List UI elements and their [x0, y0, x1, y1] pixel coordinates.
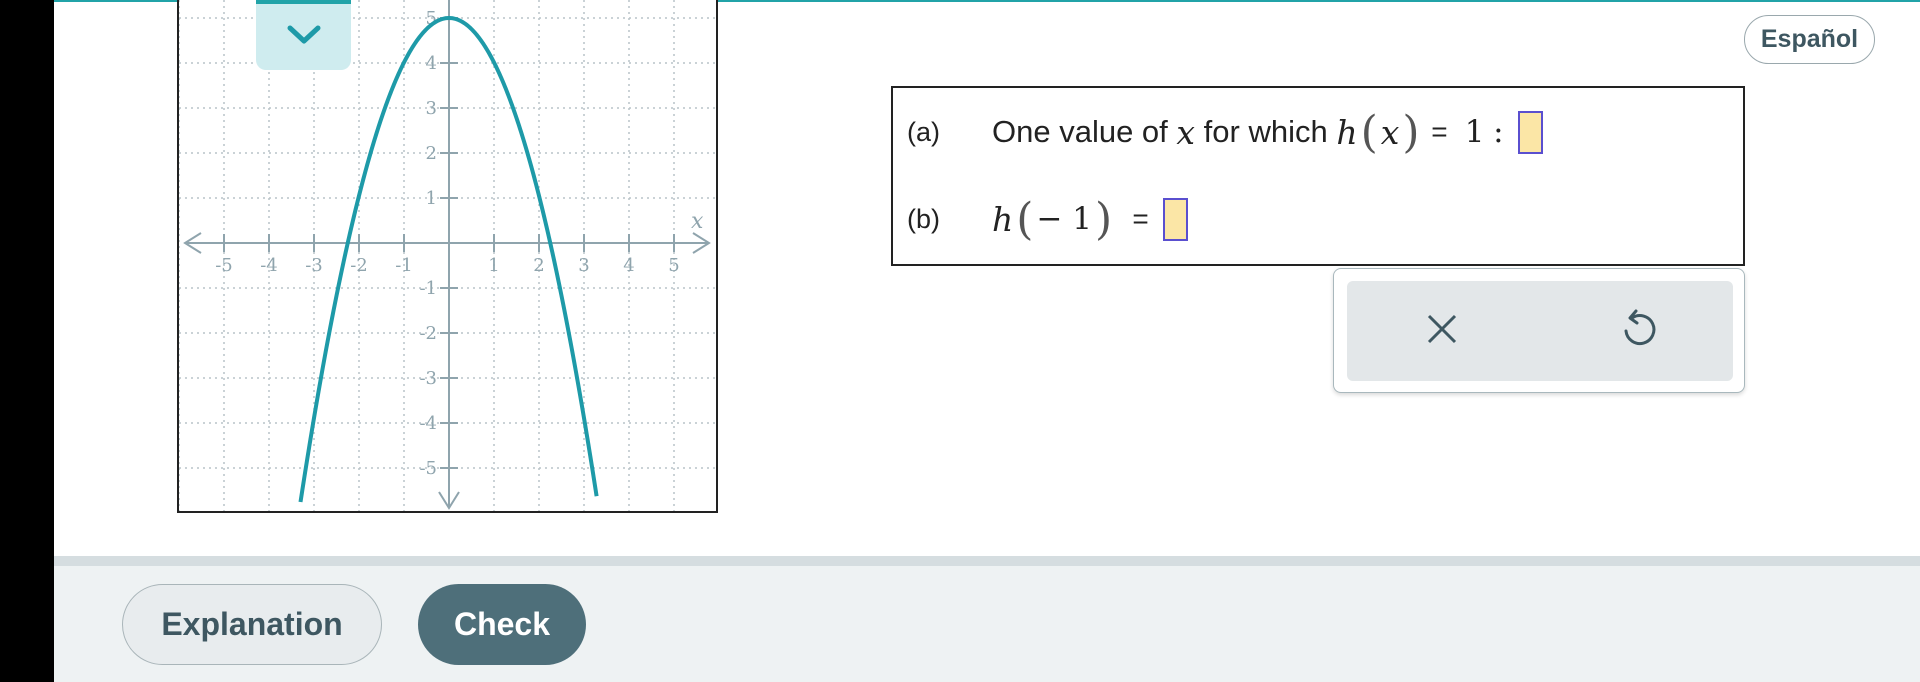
answer-input-b[interactable]	[1162, 197, 1188, 241]
question-b-func: h	[992, 199, 1014, 239]
question-a-colon: :	[1493, 114, 1504, 150]
y-tick-label: -5	[419, 458, 437, 479]
x-tick-label: -2	[350, 255, 368, 276]
question-letter-a: (a)	[907, 116, 940, 147]
y-tick-label: 4	[426, 53, 437, 74]
x-tick-label: 1	[488, 255, 499, 276]
check-button[interactable]: Check	[418, 584, 586, 665]
question-b-equals: =	[1132, 203, 1149, 234]
graph-axes: x	[183, 0, 711, 510]
question-a-func: h	[1336, 112, 1358, 152]
y-tick-label: -4	[419, 413, 437, 434]
y-tick-label: -1	[419, 278, 437, 299]
x-tick-label: -5	[215, 255, 233, 276]
question-a-prefix: One value of	[992, 114, 1168, 149]
keypad-tray	[1347, 281, 1733, 381]
question-row-a: (a) One value of x for which h(x) = 1 :	[893, 102, 1743, 162]
language-toggle-button[interactable]: Español	[1744, 15, 1875, 64]
y-tick-label: -3	[419, 368, 437, 389]
question-b-arg: − 1	[1036, 201, 1092, 237]
x-tick-label: 5	[668, 255, 679, 276]
question-a-var: x	[1176, 112, 1196, 152]
graph-panel: x -5 -4 -3 -2 -1 1 2 3 4 5 5 4 3 2 1 -1 -2 -3 -4 -5	[177, 0, 718, 513]
question-a-rhs: 1	[1464, 114, 1485, 150]
question-text-a: One value of x for which h(x) = 1 :	[992, 107, 1543, 158]
answer-keypad	[1333, 268, 1745, 393]
question-a-arg: x	[1380, 112, 1400, 152]
x-tick-label: 2	[533, 255, 544, 276]
question-box: (a) One value of x for which h(x) = 1 : …	[891, 86, 1745, 266]
x-tick-label: 4	[623, 255, 634, 276]
close-icon	[1425, 312, 1459, 351]
x-axis-label: x	[691, 209, 704, 234]
footer-divider	[54, 556, 1920, 566]
answer-input-a[interactable]	[1517, 110, 1543, 154]
question-a-equals: =	[1431, 116, 1448, 147]
y-tick-label: 3	[426, 98, 437, 119]
x-tick-label: -3	[305, 255, 323, 276]
collapse-graph-tab[interactable]	[256, 0, 351, 70]
question-a-mid: for which	[1203, 114, 1328, 149]
y-tick-label: 2	[426, 143, 437, 164]
question-letter-b: (b)	[907, 203, 940, 234]
y-tick-label: 1	[426, 188, 437, 209]
explanation-button[interactable]: Explanation	[122, 584, 382, 665]
undo-button[interactable]	[1578, 281, 1698, 381]
x-tick-label: -4	[260, 255, 278, 276]
question-row-b: (b) h(− 1) =	[893, 189, 1743, 249]
chevron-down-icon	[286, 24, 322, 51]
x-tick-label: 3	[578, 255, 589, 276]
clear-button[interactable]	[1382, 281, 1502, 381]
undo-icon	[1620, 309, 1656, 354]
x-tick-label: -1	[395, 255, 413, 276]
question-text-b: h(− 1) =	[992, 194, 1188, 245]
y-tick-label: -2	[419, 323, 437, 344]
left-rail	[0, 0, 54, 682]
parabola-graph: x -5 -4 -3 -2 -1 1 2 3 4 554321-1-2-3-4-5	[179, 0, 716, 511]
